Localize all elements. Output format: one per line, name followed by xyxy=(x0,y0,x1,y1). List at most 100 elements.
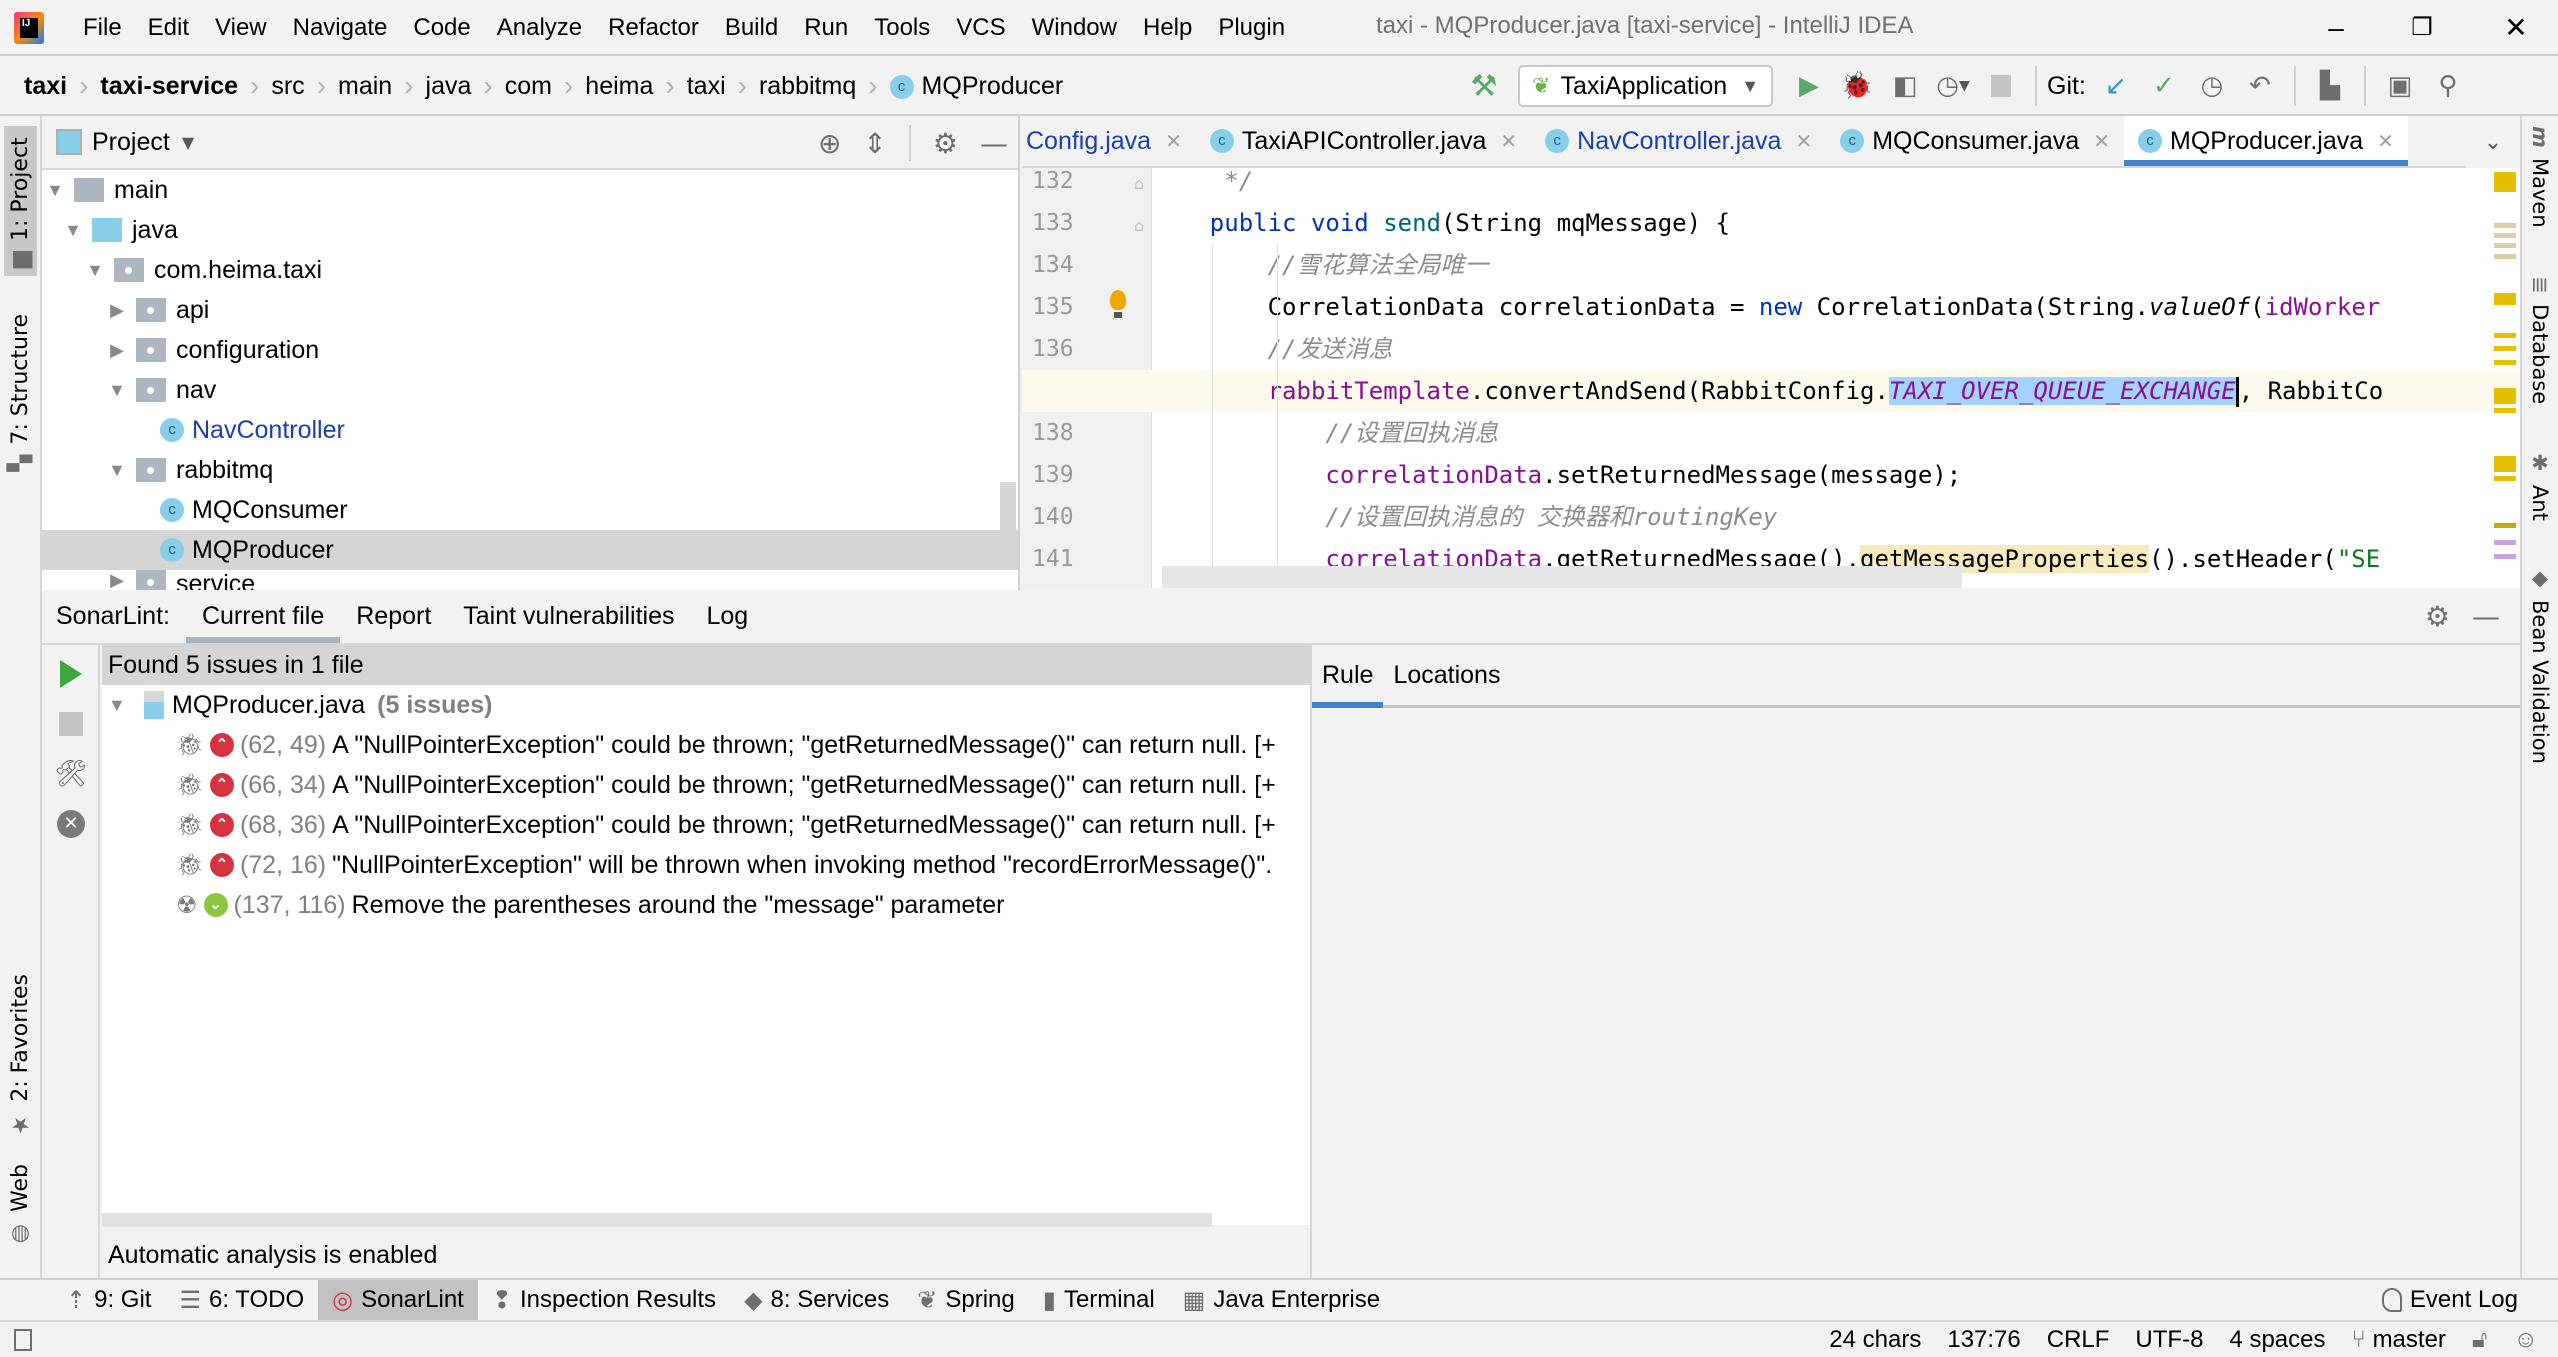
git-update-icon[interactable]: ↙ xyxy=(2095,65,2137,107)
tab-navcontroller-java[interactable]: c NavController.java ✕ xyxy=(1531,116,1826,166)
code-line[interactable]: //雪花算法全局唯一 xyxy=(1022,244,2520,286)
menu-view[interactable]: View xyxy=(202,14,280,42)
warning-marker[interactable] xyxy=(2494,346,2516,351)
profiler-icon[interactable]: ◷ ▼ xyxy=(1932,65,1974,107)
code-line[interactable]: public void send(String mqMessage) { xyxy=(1022,202,2520,244)
warning-marker[interactable] xyxy=(2494,223,2516,228)
code-line[interactable]: correlationData.setReturnedMessage(messa… xyxy=(1022,454,2520,496)
tool-window-services[interactable]: ◆ 8: Services xyxy=(730,1280,903,1320)
warning-marker[interactable] xyxy=(2494,456,2516,472)
close-button[interactable]: ✕ xyxy=(2486,8,2546,48)
warning-marker[interactable] xyxy=(2494,293,2516,305)
run-anything-icon[interactable]: ▣ xyxy=(2379,65,2421,107)
line-separator[interactable]: CRLF xyxy=(2047,1326,2110,1354)
tool-tab-favorites[interactable]: ★ 2: Favorites xyxy=(4,966,37,1145)
expanded-arrow-icon[interactable]: ▼ xyxy=(104,380,130,401)
menu-code[interactable]: Code xyxy=(400,14,483,42)
tool-tab-database[interactable]: ≣ Database xyxy=(2528,276,2552,404)
stop-icon[interactable] xyxy=(1980,65,2022,107)
debug-icon[interactable]: 🐞 xyxy=(1836,65,1878,107)
event-log-button[interactable]: Event Log xyxy=(2381,1280,2518,1320)
warning-marker[interactable] xyxy=(2494,388,2516,404)
tool-tab-project[interactable]: ▆ 1: Project xyxy=(4,126,37,276)
code-line[interactable]: */ xyxy=(1022,168,2520,202)
tool-window-java-enterprise[interactable]: ▦ Java Enterprise xyxy=(1169,1280,1394,1320)
tree-item-service[interactable]: ▶ service xyxy=(42,570,1018,590)
close-tab-icon[interactable]: ✕ xyxy=(1500,129,1517,154)
warning-marker[interactable] xyxy=(2494,523,2516,528)
hide-icon[interactable]: — xyxy=(980,127,1008,160)
indent-setting[interactable]: 4 spaces xyxy=(2229,1326,2325,1354)
tabs-overflow-chevron-icon[interactable]: ⌄ xyxy=(2466,116,2520,168)
menu-refactor[interactable]: Refactor xyxy=(595,14,712,42)
close-tab-icon[interactable]: ✕ xyxy=(2377,129,2394,154)
tab-mqproducer-java[interactable]: c MQProducer.java ✕ xyxy=(2124,116,2408,166)
git-branch-widget[interactable]: ⑂ master xyxy=(2351,1326,2445,1354)
tree-item-com-heima-taxi[interactable]: ▼ com.heima.taxi xyxy=(42,250,1018,290)
git-history-icon[interactable]: ◷ xyxy=(2191,65,2233,107)
chevron-down-icon[interactable]: ▼ xyxy=(182,133,194,152)
issue-row[interactable]: 🐞︎ ⌃ (66, 34) A "NullPointerException" coul… xyxy=(102,765,1352,805)
tool-windows-toggle-icon[interactable] xyxy=(14,1328,32,1351)
menu-window[interactable]: Window xyxy=(1019,14,1130,42)
warning-marker[interactable] xyxy=(2494,476,2516,481)
breadcrumb-item[interactable]: src xyxy=(267,72,308,101)
git-commit-icon[interactable]: ✓ xyxy=(2143,65,2185,107)
tree-item-api[interactable]: ▶ api xyxy=(42,290,1018,330)
error-stripe[interactable] xyxy=(2490,168,2520,588)
warning-marker[interactable] xyxy=(2494,172,2516,192)
sonarlint-tab-taint-vulnerabilities[interactable]: Taint vulnerabilities xyxy=(447,590,690,643)
info-marker[interactable] xyxy=(2494,540,2516,545)
collapsed-arrow-icon[interactable]: ▶ xyxy=(104,570,130,590)
git-rollback-icon[interactable]: ↶ xyxy=(2239,65,2281,107)
menu-edit[interactable]: Edit xyxy=(135,14,202,42)
collapse-all-icon[interactable]: ⇕ xyxy=(863,127,886,160)
tool-tab-web[interactable]: ◍ Web xyxy=(4,1156,37,1255)
project-scrollbar[interactable] xyxy=(1000,482,1016,538)
tree-item-nav[interactable]: ▼ nav xyxy=(42,370,1018,410)
menu-build[interactable]: Build xyxy=(712,14,791,42)
issues-horizontal-scrollbar[interactable] xyxy=(102,1213,1212,1227)
collapsed-arrow-icon[interactable]: ▶ xyxy=(104,340,130,361)
project-view-selector[interactable]: Project xyxy=(92,128,170,157)
breadcrumb-item[interactable]: main xyxy=(334,72,396,101)
minimize-button[interactable]: – xyxy=(2306,8,2366,48)
issue-row[interactable]: 🐞︎ ⌃ (68, 36) A "NullPointerException" coul… xyxy=(102,805,1352,845)
breadcrumb-item[interactable]: com xyxy=(501,72,556,101)
expanded-arrow-icon[interactable]: ▼ xyxy=(104,460,130,481)
tool-window-terminal[interactable]: ▮ Terminal xyxy=(1029,1280,1169,1320)
tree-item-rabbitmq[interactable]: ▼ rabbitmq xyxy=(42,450,1018,490)
tab-config-java[interactable]: Config.java ✕ xyxy=(1022,116,1196,166)
expand-arrow-icon[interactable]: ▼ xyxy=(108,695,134,716)
expanded-arrow-icon[interactable]: ▼ xyxy=(60,220,86,241)
warning-marker[interactable] xyxy=(2494,243,2516,248)
tool-tab-bean-validation[interactable]: ◆ Bean Validation xyxy=(2528,566,2552,764)
run-with-coverage-icon[interactable]: ◧ xyxy=(1884,65,1926,107)
project-structure-icon[interactable]: ▙ xyxy=(2309,65,2351,107)
run-configuration-select[interactable]: ❦ TaxiApplication ▼ xyxy=(1518,65,1774,107)
close-tab-icon[interactable]: ✕ xyxy=(1165,129,1182,154)
caret-position[interactable]: 137:76 xyxy=(1947,1326,2020,1354)
code-line[interactable]: CorrelationData correlationData = new Co… xyxy=(1022,286,2520,328)
tree-item-java[interactable]: ▼ java xyxy=(42,210,1018,250)
code-line[interactable]: //设置回执消息的 交换器和routingKey xyxy=(1022,496,2520,538)
tool-tab-structure[interactable]: ▚ 7: Structure xyxy=(4,306,37,480)
detail-tab-rule[interactable]: Rule xyxy=(1312,645,1384,708)
warning-marker[interactable] xyxy=(2494,360,2516,365)
build-hammer-icon[interactable]: ⚒ xyxy=(1463,65,1505,107)
tool-window-sonarlint[interactable]: ◎ SonarLint xyxy=(318,1280,478,1320)
breadcrumb-item[interactable]: rabbitmq xyxy=(755,72,860,101)
rules-config-icon[interactable]: 🛠 xyxy=(55,759,88,789)
code-line[interactable]: rabbitTemplate.convertAndSend(RabbitConf… xyxy=(1022,370,2520,412)
breadcrumb-item[interactable]: taxi-service xyxy=(96,72,242,101)
issue-row[interactable]: 🐞︎ ⌃ (72, 16) "NullPointerException" will b… xyxy=(102,845,1352,885)
menu-run[interactable]: Run xyxy=(791,14,861,42)
tool-tab-ant[interactable]: ✱ Ant xyxy=(2528,451,2552,521)
lock-icon[interactable]: 🔓︎ xyxy=(2472,1326,2488,1354)
breadcrumb-item[interactable]: heima xyxy=(581,72,657,101)
hide-icon[interactable]: — xyxy=(2472,600,2500,633)
close-tab-icon[interactable]: ✕ xyxy=(1795,129,1812,154)
tree-item-mqconsumer[interactable]: c MQConsumer xyxy=(42,490,1018,530)
warning-marker[interactable] xyxy=(2494,254,2516,259)
close-tab-icon[interactable]: ✕ xyxy=(2093,129,2110,154)
